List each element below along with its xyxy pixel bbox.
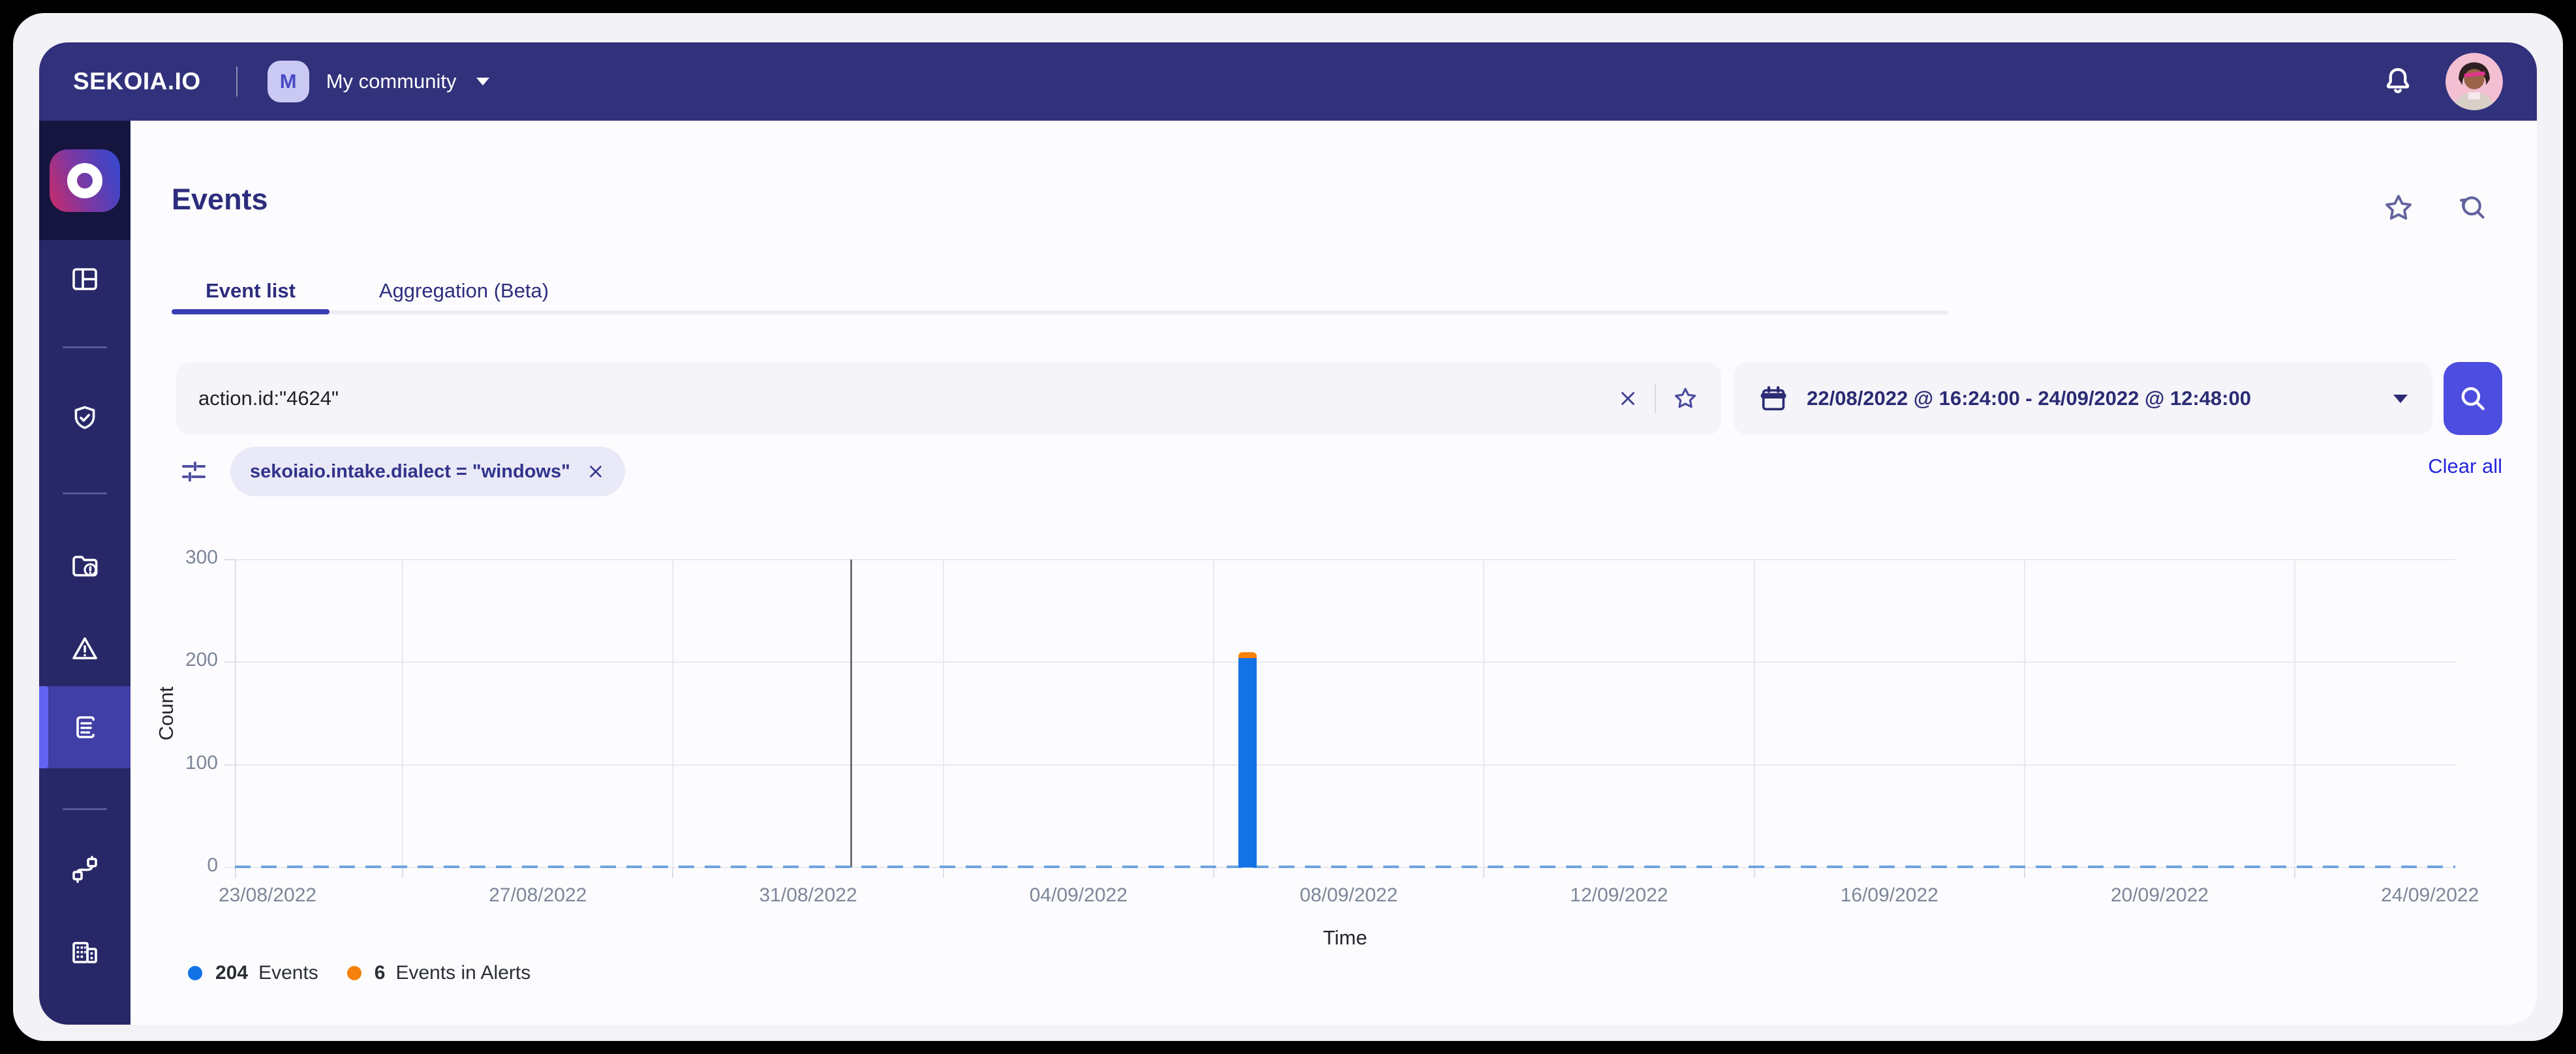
chart-cursor-line [850,560,852,867]
xtick-stub [1483,867,1485,878]
chart: 0 100 200 300 23/08/2022 27/08/2022 31/08/2022… [130,121,2537,1025]
y-axis-title: Count [155,686,177,741]
xtick-stub [672,867,674,878]
user-avatar[interactable] [2446,53,2503,110]
gridline-x [672,560,674,867]
legend-dot-alerts [346,966,361,980]
sidebar-active-accent [39,686,48,768]
ytick-300 [224,559,235,560]
ytick-label-300: 300 [185,547,218,568]
community-avatar[interactable]: M [267,61,309,102]
gridline-y-300 [235,559,2455,560]
xtick-label-16/09/2022: 16/09/2022 [1840,884,1939,906]
xtick-stub [2023,867,2025,878]
sidebar [39,121,130,1025]
bell-icon[interactable] [2380,64,2415,99]
zero-dashed-line [235,866,2455,868]
ytick-100 [224,764,235,766]
folder-alert-icon[interactable] [69,550,100,582]
y-axis-line [235,560,236,878]
sidebar-divider [63,346,107,348]
xtick-label-08/09/2022: 08/09/2022 [1300,884,1398,906]
legend-label-events: Events [258,962,318,984]
xtick-stub [2294,867,2296,878]
ytick-label-100: 100 [185,751,218,774]
chart-bar-events-in-alerts[interactable] [1238,652,1257,659]
brand-logo: SEKOIA.IO [73,68,201,95]
xtick-label-23/08/2022: 23/08/2022 [218,884,317,906]
xtick-stub [1212,867,1214,878]
legend-label-alerts: Events in Alerts [395,962,531,984]
app-logo-o-icon [67,162,102,198]
xtick-label-27/08/2022: 27/08/2022 [489,884,587,906]
sidebar-divider [63,808,107,810]
plug-icon[interactable] [69,854,100,886]
xtick-label-31/08/2022: 31/08/2022 [759,884,857,906]
community-name[interactable]: My community [326,70,457,93]
app-logo[interactable] [50,149,120,212]
chart-legend: 204 Events 6 Events in Alerts [188,962,559,984]
topbar: SEKOIA.IO M My community [39,42,2537,121]
community-caret-down-icon[interactable] [476,78,489,85]
gridline-x [942,560,944,867]
ytick-label-200: 200 [185,649,218,671]
ytick-label-0: 0 [207,854,218,876]
topbar-divider [236,67,238,97]
event-list-icon[interactable] [69,712,100,743]
building-icon[interactable] [69,937,100,968]
gridline-y-200 [235,661,2455,663]
gridline-x [2023,560,2025,867]
xtick-label-12/09/2022: 12/09/2022 [1570,884,1668,906]
gridline-x [1212,560,1214,867]
sidebar-logo-section [39,121,130,240]
shield-check-icon[interactable] [69,403,100,434]
xtick-label-04/09/2022: 04/09/2022 [1029,884,1127,906]
content: Events Event list Aggregation (Beta) act… [130,121,2537,1025]
xtick-stub [942,867,944,878]
warning-triangle-icon[interactable] [69,633,100,664]
xtick-label-20/09/2022: 20/09/2022 [2110,884,2209,906]
dashboard-icon[interactable] [69,264,100,295]
gridline-x [1753,560,1755,867]
gridline-y-100 [235,764,2455,766]
gridline-x [2294,560,2296,867]
ytick-200 [224,661,235,663]
x-axis-title: Time [1323,926,1368,949]
xtick-stub [1753,867,1755,878]
app-window: SEKOIA.IO M My community Events Event li… [13,13,2563,1041]
xtick-label-24/09/2022: 24/09/2022 [2381,884,2479,906]
legend-dot-events [188,966,202,980]
sidebar-divider [63,492,107,494]
legend-count-events: 204 [215,962,249,984]
chart-bar-events[interactable] [1238,658,1257,867]
xtick-stub [402,867,404,878]
gridline-x [402,560,404,867]
gridline-x [1483,560,1485,867]
legend-count-alerts: 6 [374,962,386,984]
